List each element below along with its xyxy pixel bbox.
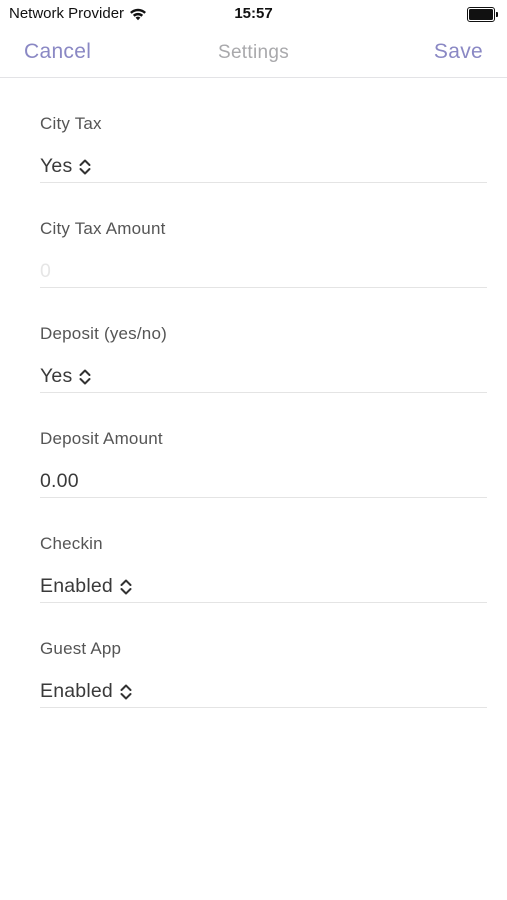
checkin-picker[interactable]: Enabled xyxy=(40,575,133,598)
deposit-amount-input[interactable]: 0.00 xyxy=(40,470,79,493)
up-down-chevron-icon xyxy=(120,579,132,594)
guest-app-row: Guest App Enabled xyxy=(40,604,487,708)
save-button[interactable]: Save xyxy=(434,40,483,64)
checkin-value: Enabled xyxy=(40,575,113,597)
deposit-picker[interactable]: Yes xyxy=(40,365,92,388)
deposit-value: Yes xyxy=(40,365,73,387)
guest-app-value: Enabled xyxy=(40,680,113,702)
checkin-row: Checkin Enabled xyxy=(40,499,487,603)
city-tax-picker[interactable]: Yes xyxy=(40,155,92,178)
deposit-amount-label: Deposit Amount xyxy=(40,429,163,448)
page-title: Settings xyxy=(217,42,290,63)
deposit-label: Deposit (yes/no) xyxy=(40,324,167,343)
city-tax-label: City Tax xyxy=(40,114,102,133)
city-tax-row: City Tax Yes xyxy=(40,79,487,183)
deposit-row: Deposit (yes/no) Yes xyxy=(40,289,487,393)
deposit-amount-row: Deposit Amount 0.00 xyxy=(40,394,487,498)
up-down-chevron-icon xyxy=(79,369,91,384)
up-down-chevron-icon xyxy=(79,159,91,174)
status-time: 15:57 xyxy=(234,5,273,22)
guest-app-picker[interactable]: Enabled xyxy=(40,680,133,703)
checkin-label: Checkin xyxy=(40,534,103,553)
battery-icon xyxy=(467,7,498,22)
settings-form: City Tax Yes City Tax Amount Deposit (ye… xyxy=(40,79,487,709)
city-tax-value: Yes xyxy=(40,155,73,177)
up-down-chevron-icon xyxy=(120,684,132,699)
city-tax-amount-row: City Tax Amount xyxy=(40,184,487,288)
guest-app-label: Guest App xyxy=(40,639,122,658)
deposit-amount-value: 0.00 xyxy=(40,470,79,492)
city-tax-amount-label: City Tax Amount xyxy=(40,219,166,238)
navigation-bar: Cancel Settings Save xyxy=(0,28,507,78)
status-bar: Network Provider 15:57 xyxy=(0,0,507,28)
city-tax-amount-input[interactable] xyxy=(40,260,480,283)
